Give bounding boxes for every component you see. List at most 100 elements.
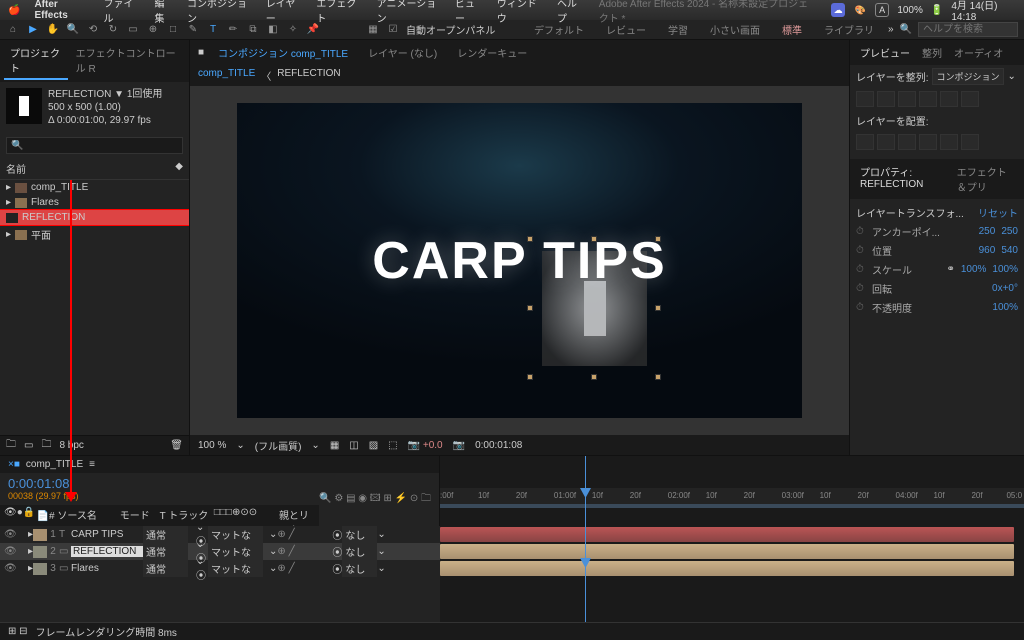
playhead-body[interactable]: [585, 526, 586, 622]
crumb-reflection[interactable]: REFLECTION: [277, 68, 340, 83]
new-comp-icon[interactable]: ▭: [24, 440, 33, 451]
timeline-comp-name[interactable]: comp_TITLE: [26, 459, 83, 470]
project-search[interactable]: [6, 137, 183, 154]
dist-1[interactable]: [856, 134, 874, 150]
selection-bounds[interactable]: [529, 238, 659, 378]
help-search[interactable]: [918, 22, 1018, 37]
align-to[interactable]: コンポジション: [932, 68, 1003, 85]
snap-icon[interactable]: ▦: [366, 23, 380, 37]
preview-time[interactable]: 0:00:01:08: [475, 440, 522, 451]
pan-behind-tool[interactable]: ⊕: [146, 23, 160, 37]
tab-align[interactable]: 整列: [916, 42, 948, 63]
layer-row-2[interactable]: 👁▸2▭REFLECTION通常⌄ ⦿マットな⌄⊕ ╱⦿なし⌄: [0, 543, 440, 560]
menu-effect[interactable]: エフェクト: [316, 0, 362, 25]
mode-review[interactable]: レビュー: [598, 20, 654, 39]
autopanel-label[interactable]: 自動オープンパネル: [406, 22, 495, 37]
layer-bar-1[interactable]: [440, 527, 1014, 542]
app-name[interactable]: After Effects: [34, 0, 89, 21]
work-area[interactable]: [440, 504, 1024, 508]
pen-tool[interactable]: ✎: [186, 23, 200, 37]
home-icon[interactable]: ⌂: [6, 23, 20, 37]
visibility-icon[interactable]: 👁: [4, 529, 16, 540]
menu-file[interactable]: ファイル: [103, 0, 140, 25]
stopwatch-icon[interactable]: ⏱: [856, 226, 866, 237]
transparency-icon[interactable]: ▨: [369, 440, 378, 451]
3d-icon[interactable]: ⬚: [388, 440, 397, 451]
layer-bar-2[interactable]: [440, 544, 1014, 559]
brush-tool[interactable]: ✏: [226, 23, 240, 37]
type-tool[interactable]: T: [206, 23, 220, 37]
orbit-tool[interactable]: ⟲: [86, 23, 100, 37]
project-item-solids[interactable]: ▸平面: [0, 225, 189, 244]
tab-props[interactable]: プロパティ: REFLECTION: [854, 161, 951, 197]
puppet-tool[interactable]: 📌: [306, 23, 320, 37]
ime-icon[interactable]: A: [875, 3, 889, 17]
project-item-reflection[interactable]: REFLECTION: [0, 210, 189, 225]
menu-layer[interactable]: レイヤー: [266, 0, 303, 25]
dist-6[interactable]: [961, 134, 979, 150]
align-bottom[interactable]: [961, 91, 979, 107]
align-top[interactable]: [919, 91, 937, 107]
layer-row-3[interactable]: 👁▸3▭Flares通常⌄ ⦿マットな⌄⊕ ╱⦿なし⌄: [0, 560, 440, 577]
tab-audio[interactable]: オーディオ: [948, 42, 1009, 63]
col-label-icon[interactable]: ◆: [175, 161, 183, 176]
align-left[interactable]: [856, 91, 874, 107]
tab-preview[interactable]: プレビュー: [854, 42, 916, 63]
tab-render[interactable]: レンダーキュー: [451, 42, 533, 63]
snapshot-icon[interactable]: 📷: [453, 440, 465, 451]
menu-edit[interactable]: 編集: [154, 0, 173, 25]
trash-icon[interactable]: 🗑: [170, 440, 183, 451]
selection-tool[interactable]: ▶: [26, 23, 40, 37]
reset-link[interactable]: リセット: [978, 205, 1018, 220]
rotate-tool[interactable]: ↻: [106, 23, 120, 37]
clone-tool[interactable]: ⧉: [246, 23, 260, 37]
project-item-comp[interactable]: ▸comp_TITLE: [0, 180, 189, 195]
toggle-switches-icon[interactable]: ⊞ ⊟: [8, 626, 28, 637]
apple-icon[interactable]: 🍎: [8, 5, 20, 16]
expand-icon[interactable]: »: [888, 24, 894, 35]
tab-comp[interactable]: コンポジション comp_TITLE: [212, 42, 354, 63]
mode-standard[interactable]: 標準: [774, 20, 810, 39]
layer-row-1[interactable]: 👁▸1TCARP TIPS通常⌄ ⦿マットな⌄⊕ ╱⦿なし⌄: [0, 526, 440, 543]
project-item-folder[interactable]: ▸Flares: [0, 195, 189, 210]
new-folder-icon[interactable]: 🗀: [41, 437, 51, 454]
align-hcenter[interactable]: [877, 91, 895, 107]
exposure[interactable]: 📷 +0.0: [408, 440, 443, 451]
tab-effect-controls[interactable]: エフェクトコントロール R: [70, 42, 185, 80]
camera-tool[interactable]: ▭: [126, 23, 140, 37]
dist-2[interactable]: [877, 134, 895, 150]
dist-5[interactable]: [940, 134, 958, 150]
tab-fx[interactable]: エフェクト＆プリ: [951, 161, 1020, 197]
roto-tool[interactable]: ✧: [286, 23, 300, 37]
zoom-tool[interactable]: 🔍: [66, 23, 80, 37]
mode-library[interactable]: ライブラリ: [816, 20, 882, 39]
playhead[interactable]: [585, 456, 586, 526]
align-vcenter[interactable]: [940, 91, 958, 107]
grid-icon[interactable]: ▦: [330, 440, 339, 451]
cc-icon[interactable]: ☁: [831, 3, 845, 17]
status-icon[interactable]: 🎨: [853, 3, 867, 17]
interpret-icon[interactable]: 🗀: [6, 437, 16, 454]
eraser-tool[interactable]: ◧: [266, 23, 280, 37]
viewport[interactable]: CARP TIPS: [190, 86, 849, 435]
tab-layer[interactable]: レイヤー (なし): [362, 42, 443, 63]
menu-comp[interactable]: コンポジション: [187, 0, 252, 25]
zoom-level[interactable]: 100 %: [198, 440, 226, 451]
col-name[interactable]: 名前: [6, 161, 26, 176]
shape-tool[interactable]: □: [166, 23, 180, 37]
layer-bar-3[interactable]: [440, 561, 1014, 576]
mode-learn[interactable]: 学習: [660, 20, 696, 39]
mode-small[interactable]: 小さい画面: [702, 20, 768, 39]
dist-4[interactable]: [919, 134, 937, 150]
dist-3[interactable]: [898, 134, 916, 150]
align-right[interactable]: [898, 91, 916, 107]
timecode[interactable]: 0:00:01:08: [8, 476, 69, 491]
hand-tool[interactable]: ✋: [46, 23, 60, 37]
mask-icon[interactable]: ◫: [349, 440, 358, 451]
check-icon[interactable]: ☑: [386, 23, 400, 37]
tab-project[interactable]: プロジェクト: [4, 42, 68, 80]
transform-header[interactable]: レイヤートランスフォ...: [856, 205, 964, 220]
quality[interactable]: (フル画質): [255, 438, 302, 453]
crumb-comp[interactable]: comp_TITLE: [198, 68, 255, 83]
mode-default[interactable]: デフォルト: [526, 20, 592, 39]
